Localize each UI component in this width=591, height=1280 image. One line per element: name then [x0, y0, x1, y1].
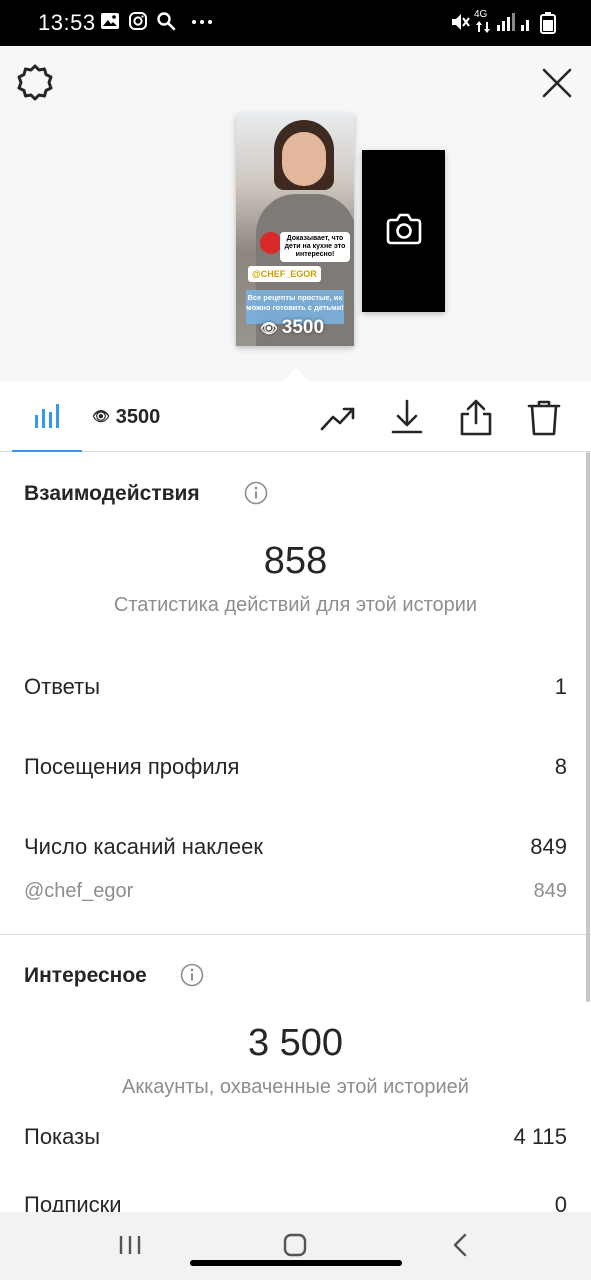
add-story-camera-tile[interactable]	[362, 150, 445, 312]
status-bar: 13:53 4G	[0, 0, 591, 46]
sticker-taps-value: 849	[530, 834, 567, 859]
delete-trash-icon[interactable]	[522, 396, 566, 440]
bar-chart-icon	[35, 404, 59, 428]
share-icon[interactable]	[454, 396, 498, 440]
close-icon[interactable]	[536, 62, 578, 104]
story-toolbar: 👁︎ 3500	[0, 382, 591, 452]
interactions-caption: Статистика действий для этой истории	[113, 594, 478, 616]
section-divider	[0, 934, 591, 935]
info-icon[interactable]	[244, 481, 268, 505]
discovery-title: Интересное	[24, 964, 147, 987]
story-preview-area: Доказывает, что дети на кухне это интере…	[0, 46, 591, 382]
story-thumbnail[interactable]: Доказывает, что дети на кухне это интере…	[236, 114, 354, 346]
home-icon[interactable]	[277, 1230, 313, 1260]
question-sticker: Доказывает, что дети на кухне это интере…	[280, 232, 350, 262]
thumbnail-view-count-value: 3500	[281, 317, 325, 338]
mention-sticker: @CHEF_EGOR	[248, 266, 321, 282]
gallery-icon	[101, 13, 119, 29]
signal-2-icon	[521, 20, 529, 31]
camera-icon	[386, 213, 422, 245]
recent-apps-icon[interactable]	[112, 1230, 148, 1260]
download-icon[interactable]	[385, 396, 429, 440]
search-icon	[157, 12, 176, 31]
battery-icon	[540, 12, 556, 34]
thumbnail-person-face	[282, 132, 326, 186]
selected-story-pointer	[282, 368, 310, 382]
interactions-total: 858	[263, 540, 328, 582]
tab-insights[interactable]	[12, 382, 82, 452]
impressions-label: Показы	[24, 1124, 101, 1149]
interactions-title: Взаимодействия	[24, 482, 200, 505]
eye-icon: 👁︎	[260, 320, 278, 336]
network-type: 4G	[474, 9, 488, 20]
gesture-home-indicator[interactable]	[190, 1260, 402, 1266]
signal-icon	[497, 13, 515, 31]
system-nav-bar	[0, 1212, 591, 1280]
info-icon[interactable]	[180, 963, 204, 987]
promote-trend-icon[interactable]	[316, 396, 360, 440]
data-arrows-icon	[476, 21, 490, 33]
scrollbar[interactable]	[586, 452, 590, 1002]
mute-icon	[452, 14, 470, 30]
viewer-count: 3500	[115, 406, 161, 428]
impressions-value: 4 115	[513, 1124, 567, 1149]
sticker-taps-label: Число касаний наклеек	[24, 834, 263, 859]
eye-icon: 👁︎	[92, 408, 110, 424]
back-icon[interactable]	[443, 1230, 479, 1260]
thumbnail-view-count: 👁︎ 3500	[260, 317, 324, 339]
more-dots-icon	[192, 20, 212, 24]
settings-gear-icon[interactable]	[14, 62, 56, 104]
insights-content[interactable]: Взаимодействия 858 Статистика действий д…	[0, 452, 591, 1217]
profile-visits-label: Посещения профиля	[24, 754, 240, 779]
reach-caption: Аккаунты, охваченные этой историей	[122, 1076, 469, 1098]
status-time: 13:53	[38, 10, 96, 35]
replies-value: 1	[554, 674, 567, 699]
replies-label: Ответы	[24, 674, 101, 699]
tab-viewers[interactable]: 👁︎ 3500	[92, 406, 160, 429]
mention-sticker-value: 849	[533, 880, 567, 902]
mention-sticker-label[interactable]: @chef_egor	[24, 880, 133, 903]
thumbnail-red-object	[260, 232, 282, 254]
reach-total: 3 500	[247, 1022, 344, 1064]
profile-visits-value: 8	[554, 754, 567, 779]
instagram-icon	[129, 12, 147, 30]
